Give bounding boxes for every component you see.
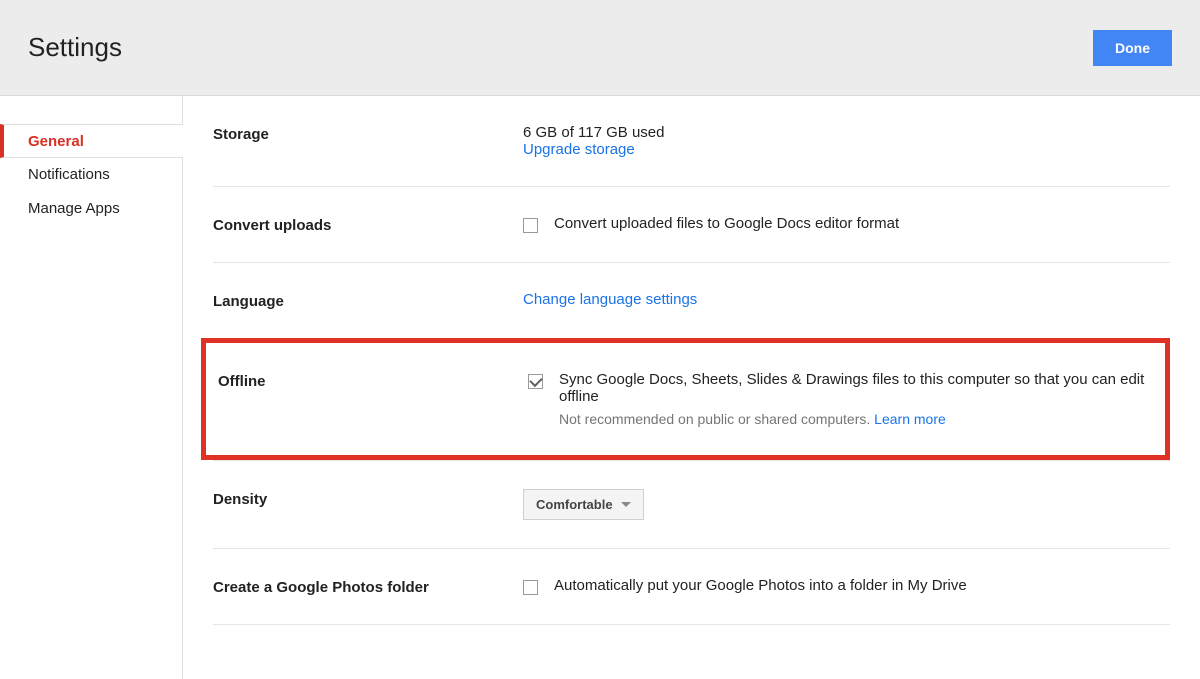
- photos-content: Automatically put your Google Photos int…: [523, 577, 1170, 595]
- storage-content: 6 GB of 117 GB used Upgrade storage: [523, 124, 1170, 158]
- offline-content: Sync Google Docs, Sheets, Slides & Drawi…: [528, 371, 1155, 427]
- header: Settings Done: [0, 0, 1200, 96]
- photos-label: Create a Google Photos folder: [213, 577, 523, 596]
- photos-text: Automatically put your Google Photos int…: [554, 577, 967, 594]
- language-content: Change language settings: [523, 291, 1170, 308]
- offline-row: Sync Google Docs, Sheets, Slides & Drawi…: [528, 371, 1155, 427]
- sidebar-item-general[interactable]: General: [0, 124, 183, 158]
- offline-label: Offline: [206, 371, 528, 390]
- section-storage: Storage 6 GB of 117 GB used Upgrade stor…: [213, 124, 1170, 186]
- caret-down-icon: [621, 502, 631, 507]
- section-photos-folder: Create a Google Photos folder Automatica…: [213, 548, 1170, 624]
- convert-text: Convert uploaded files to Google Docs ed…: [554, 215, 899, 232]
- offline-text: Sync Google Docs, Sheets, Slides & Drawi…: [559, 371, 1155, 405]
- language-label: Language: [213, 291, 523, 310]
- storage-label: Storage: [213, 124, 523, 143]
- done-button[interactable]: Done: [1093, 30, 1172, 66]
- change-language-link[interactable]: Change language settings: [523, 291, 697, 308]
- section-density: Density Comfortable: [213, 460, 1170, 548]
- section-end-divider: [213, 624, 1170, 625]
- section-language: Language Change language settings: [213, 262, 1170, 338]
- offline-note-text: Not recommended on public or shared comp…: [559, 411, 874, 427]
- density-label: Density: [213, 489, 523, 508]
- photos-row: Automatically put your Google Photos int…: [523, 577, 1170, 595]
- density-dropdown[interactable]: Comfortable: [523, 489, 644, 520]
- sidebar: General Notifications Manage Apps: [0, 96, 183, 679]
- offline-note: Not recommended on public or shared comp…: [559, 411, 1155, 427]
- body: General Notifications Manage Apps Storag…: [0, 96, 1200, 679]
- convert-checkbox[interactable]: [523, 218, 538, 233]
- photos-checkbox[interactable]: [523, 580, 538, 595]
- convert-content: Convert uploaded files to Google Docs ed…: [523, 215, 1170, 233]
- sidebar-item-manage-apps[interactable]: Manage Apps: [0, 192, 182, 226]
- page-title: Settings: [28, 32, 122, 63]
- density-content: Comfortable: [523, 489, 1170, 520]
- convert-row: Convert uploaded files to Google Docs ed…: [523, 215, 1170, 233]
- sidebar-item-notifications[interactable]: Notifications: [0, 158, 182, 192]
- convert-label: Convert uploads: [213, 215, 523, 234]
- section-offline-highlighted: Offline Sync Google Docs, Sheets, Slides…: [201, 338, 1170, 460]
- offline-checkbox[interactable]: [528, 374, 543, 389]
- offline-learn-more-link[interactable]: Learn more: [874, 411, 946, 427]
- density-value: Comfortable: [536, 497, 613, 512]
- storage-usage: 6 GB of 117 GB used: [523, 124, 1170, 141]
- offline-text-wrap: Sync Google Docs, Sheets, Slides & Drawi…: [559, 371, 1155, 427]
- upgrade-storage-link[interactable]: Upgrade storage: [523, 141, 1170, 158]
- content: Storage 6 GB of 117 GB used Upgrade stor…: [183, 96, 1200, 679]
- section-convert-uploads: Convert uploads Convert uploaded files t…: [213, 186, 1170, 262]
